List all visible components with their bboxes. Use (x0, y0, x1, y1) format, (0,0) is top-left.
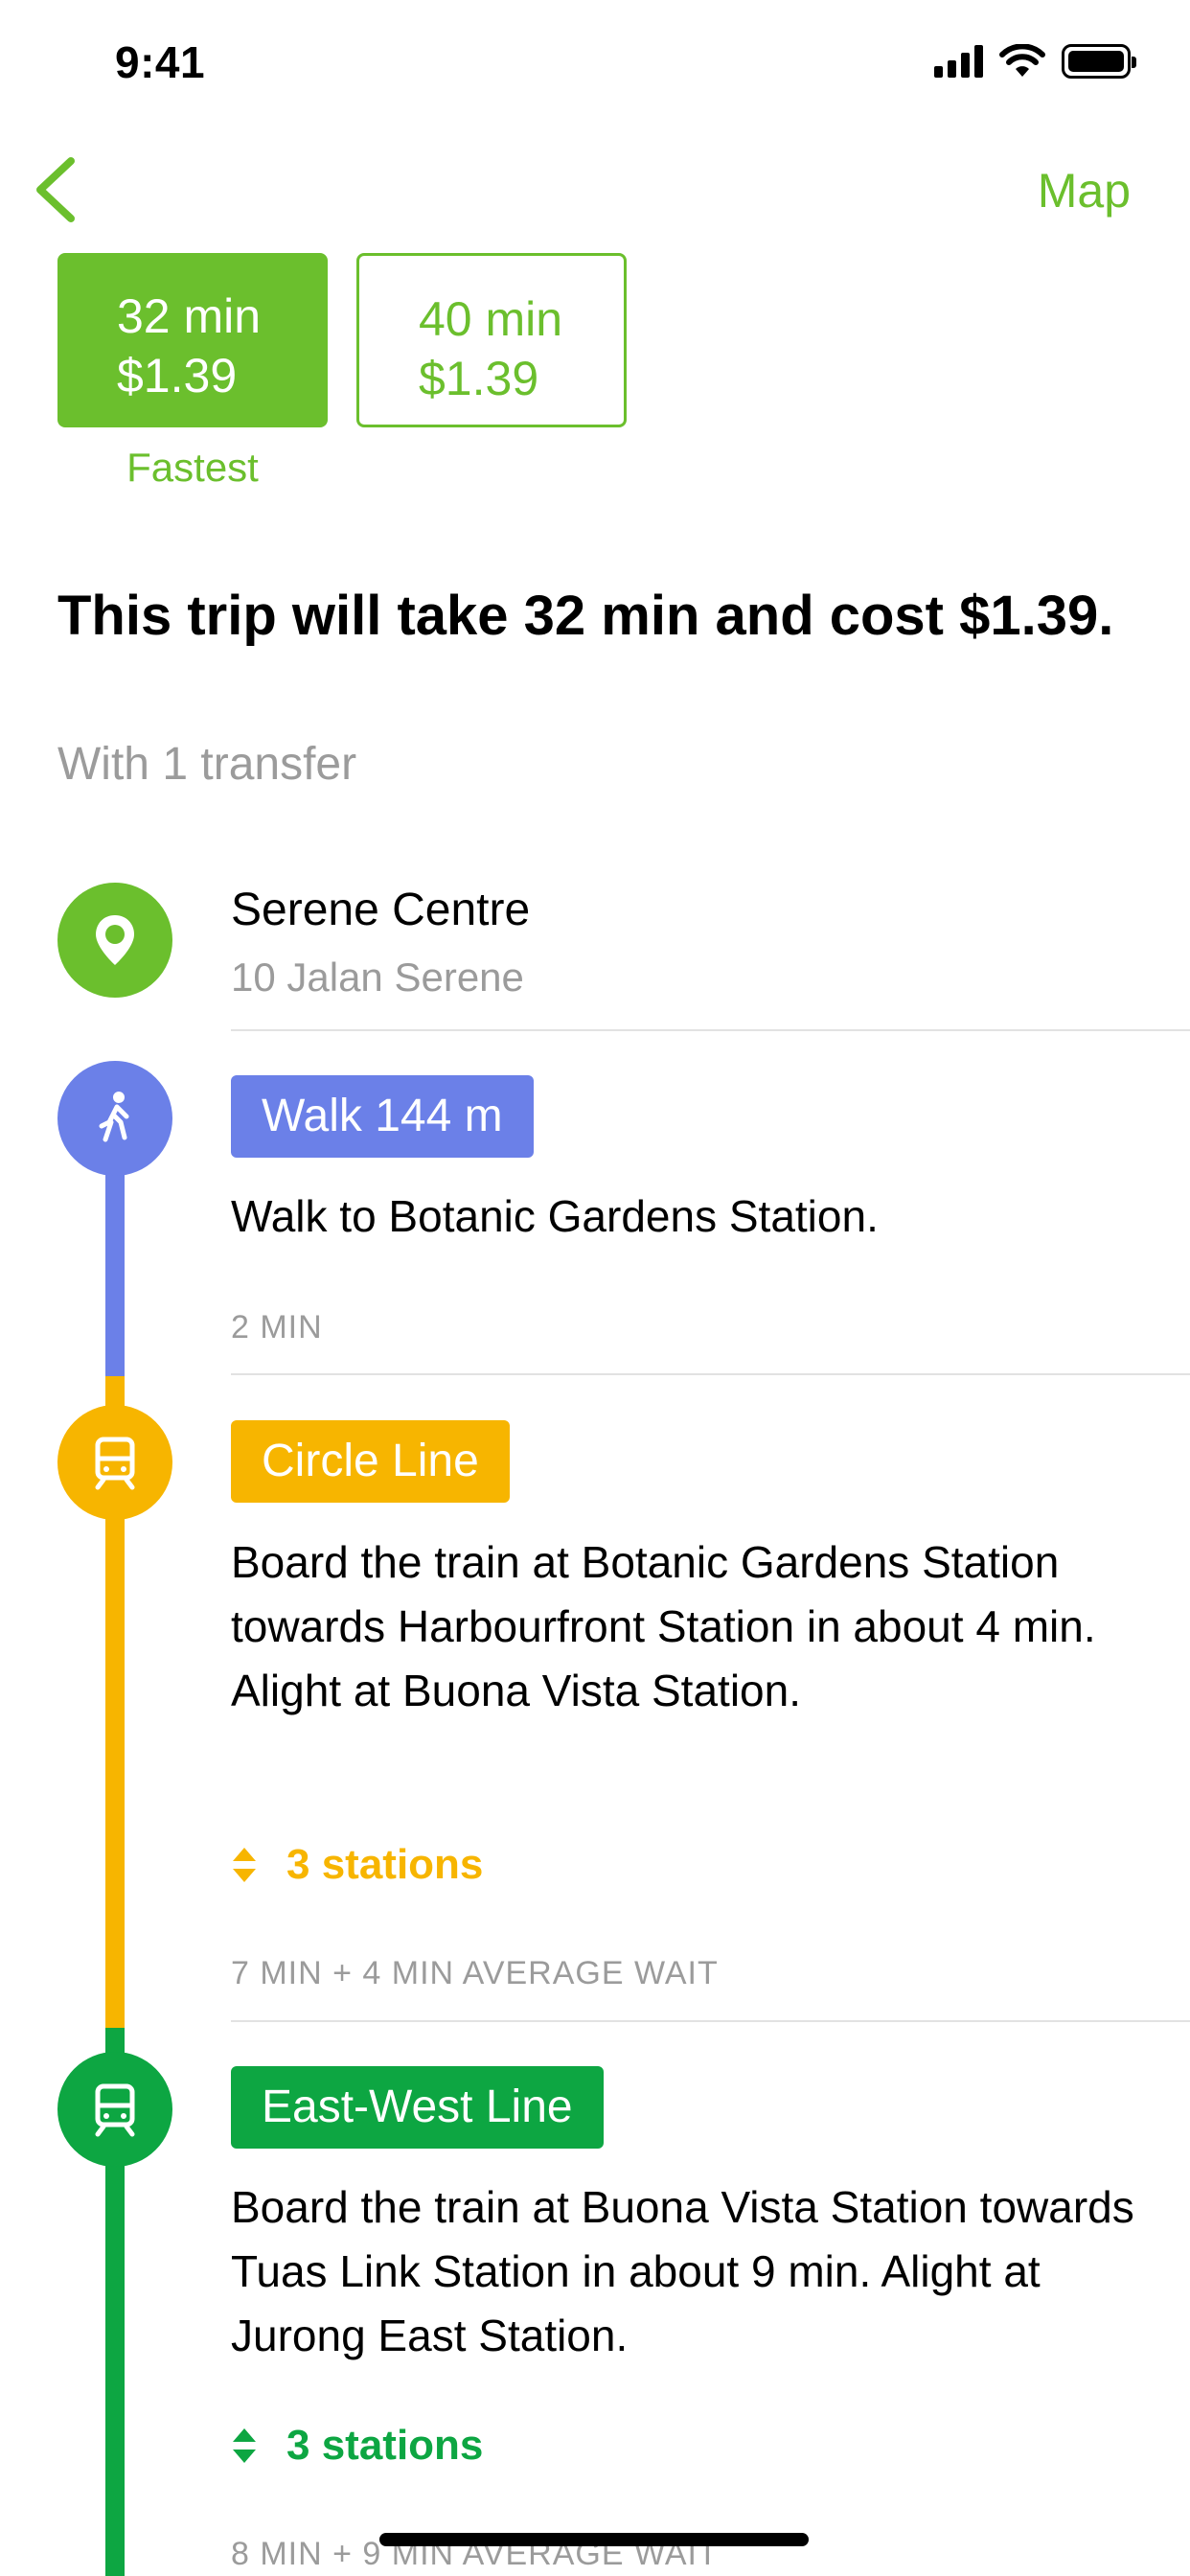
fastest-label: Fastest (126, 445, 259, 490)
walk-instruction: Walk to Botanic Gardens Station. (231, 1191, 879, 1241)
circle-line-node (57, 1405, 172, 1520)
route-options: 32 min $1.39 40 min $1.39 (57, 253, 627, 427)
option-time: 32 min (117, 289, 262, 343)
circle-line-duration: 7 MIN + 4 MIN AVERAGE WAIT (231, 1955, 719, 1991)
walk-duration: 2 MIN (231, 1309, 323, 1346)
expand-chevrons-icon (233, 1848, 256, 1882)
circle-line-stations-toggle[interactable]: 3 stations (231, 1841, 483, 1889)
expand-chevrons-icon (233, 2428, 256, 2463)
stations-count: 3 stations (286, 2422, 484, 2469)
east-west-line-badge: East-West Line (231, 2066, 604, 2149)
option-price: $1.39 (419, 352, 539, 405)
status-time: 9:41 (115, 37, 206, 87)
divider (231, 1373, 1190, 1375)
trip-summary-subtitle: With 1 transfer (57, 739, 357, 790)
stations-count: 3 stations (286, 1841, 484, 1888)
cellular-signal-icon (934, 45, 983, 78)
walk-node (57, 1061, 172, 1176)
circle-line-instruction: Board the train at Botanic Gardens Stati… (231, 1537, 1096, 1715)
option-time: 40 min (419, 292, 563, 346)
back-button[interactable] (27, 153, 84, 226)
route-option-fastest[interactable]: 32 min $1.39 (57, 253, 328, 427)
east-west-line-node (57, 2052, 172, 2167)
origin-node (57, 883, 172, 998)
divider (231, 2020, 1190, 2022)
route-option-alternate[interactable]: 40 min $1.39 (356, 253, 627, 427)
home-indicator[interactable] (379, 2533, 809, 2546)
location-pin-icon (96, 915, 134, 965)
option-price: $1.39 (117, 349, 238, 402)
circle-line-badge: Circle Line (231, 1420, 510, 1503)
walk-badge: Walk 144 m (231, 1075, 534, 1158)
battery-icon (1062, 44, 1136, 79)
east-west-line-stations-toggle[interactable]: 3 stations (231, 2422, 483, 2470)
map-button[interactable]: Map (1038, 163, 1131, 218)
train-icon (95, 2083, 135, 2137)
origin-address: 10 Jalan Serene (231, 954, 524, 1000)
status-icons (934, 44, 1136, 79)
origin-name: Serene Centre (231, 885, 531, 935)
train-icon (95, 1437, 135, 1490)
east-west-line-instruction: Board the train at Buona Vista Station t… (231, 2182, 1134, 2360)
walk-icon (99, 1092, 129, 1142)
chevron-left-icon (36, 157, 75, 222)
trip-summary-title: This trip will take 32 min and cost $1.3… (57, 585, 1114, 647)
divider (231, 1029, 1190, 1031)
wifi-icon (999, 44, 1045, 77)
